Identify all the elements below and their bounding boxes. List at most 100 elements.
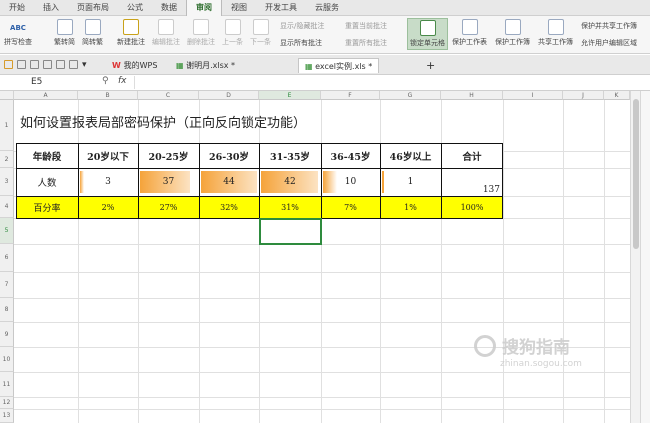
- row-header-12[interactable]: 12: [0, 397, 14, 409]
- row-header-2[interactable]: 2: [0, 151, 14, 168]
- delete-comment-button[interactable]: 删除批注: [187, 19, 215, 47]
- preview-icon[interactable]: [43, 60, 52, 69]
- count-under-20[interactable]: 3: [78, 168, 138, 196]
- new-tab-button[interactable]: +: [420, 58, 441, 73]
- header-26-30[interactable]: 26-30岁: [199, 143, 259, 168]
- count-36-45[interactable]: 10: [321, 168, 380, 196]
- allow-edit-ranges-button[interactable]: 允许用户编辑区域: [581, 38, 637, 48]
- label-count[interactable]: 人数: [16, 168, 78, 196]
- column-header-j[interactable]: J: [563, 91, 604, 100]
- show-hide-comment-button[interactable]: 显示/隐藏批注: [280, 21, 324, 31]
- protect-and-share-button[interactable]: 保护并共享工作簿: [581, 21, 637, 31]
- redo-icon[interactable]: [69, 60, 78, 69]
- share-workbook-button[interactable]: 共享工作簿: [538, 19, 573, 47]
- header-36-45[interactable]: 36-45岁: [321, 143, 380, 168]
- tab-my-wps[interactable]: W 我的WPS: [106, 58, 163, 73]
- row-header-5[interactable]: 5: [0, 218, 14, 244]
- row-header-8[interactable]: 8: [0, 298, 14, 322]
- count-31-35[interactable]: 42: [259, 168, 321, 196]
- selected-cell-e5[interactable]: [259, 218, 322, 245]
- undo-icon[interactable]: [56, 60, 65, 69]
- menu-tab-review[interactable]: 审阅: [186, 0, 222, 16]
- row-header-13[interactable]: 13: [0, 409, 14, 423]
- count-total[interactable]: 137: [441, 168, 503, 196]
- gridline: [503, 100, 504, 423]
- scrollbar-thumb[interactable]: [633, 99, 639, 249]
- header-20-25[interactable]: 20-25岁: [138, 143, 199, 168]
- count-26-30[interactable]: 44: [199, 168, 259, 196]
- header-under-20[interactable]: 20岁以下: [78, 143, 138, 168]
- spellcheck-button[interactable]: ABC 拼写检查: [4, 19, 32, 47]
- menu-tab-page-layout[interactable]: 页面布局: [68, 0, 118, 16]
- zoom-icon[interactable]: ⚲: [102, 76, 109, 86]
- row-header-11[interactable]: 11: [0, 372, 14, 397]
- more-icon[interactable]: ▾: [82, 60, 91, 70]
- fx-icon[interactable]: fx: [118, 76, 127, 86]
- menu-tab-home[interactable]: 开始: [0, 0, 34, 16]
- vertical-scrollbar[interactable]: [630, 91, 640, 423]
- save-icon[interactable]: [17, 60, 26, 69]
- lock-cell-button[interactable]: 锁定单元格: [407, 18, 448, 50]
- row-header-7[interactable]: 7: [0, 272, 14, 298]
- menu-tab-view[interactable]: 视图: [222, 0, 256, 16]
- sheet-title[interactable]: 如何设置报表局部密码保护（正向反向锁定功能）: [20, 112, 306, 131]
- column-header-c[interactable]: C: [138, 91, 199, 100]
- gridline: [563, 100, 564, 423]
- header-31-35[interactable]: 31-35岁: [259, 143, 321, 168]
- row-header-3[interactable]: 3: [0, 168, 14, 196]
- percent-total[interactable]: 100%: [441, 196, 503, 218]
- column-header-i[interactable]: I: [503, 91, 563, 100]
- percent-under-20[interactable]: 2%: [78, 196, 138, 218]
- column-header-f[interactable]: F: [321, 91, 380, 100]
- next-comment-button[interactable]: 下一条: [250, 19, 271, 47]
- prev-comment-button[interactable]: 上一条: [222, 19, 243, 47]
- formula-input[interactable]: [134, 76, 634, 89]
- row-header-9[interactable]: 9: [0, 322, 14, 347]
- spreadsheet-grid[interactable]: A B C D E F G H I J K 1 2 3 4 5 6 7 8 9 …: [0, 91, 630, 423]
- percent-over-46[interactable]: 1%: [380, 196, 441, 218]
- row-header-1[interactable]: 1: [0, 100, 14, 151]
- count-over-46[interactable]: 1: [380, 168, 441, 196]
- menu-tab-data[interactable]: 数据: [152, 0, 186, 16]
- menu-tab-insert[interactable]: 插入: [34, 0, 68, 16]
- menu-tab-cloud[interactable]: 云服务: [306, 0, 348, 16]
- column-header-b[interactable]: B: [78, 91, 138, 100]
- abc-icon: ABC: [10, 24, 26, 32]
- folder-icon[interactable]: [4, 60, 13, 69]
- row-header-6[interactable]: 6: [0, 244, 14, 272]
- column-header-g[interactable]: G: [380, 91, 441, 100]
- percent-31-35[interactable]: 31%: [259, 196, 321, 218]
- header-total[interactable]: 合计: [441, 143, 503, 168]
- menu-tab-formulas[interactable]: 公式: [118, 0, 152, 16]
- select-all-corner[interactable]: [0, 91, 14, 100]
- column-header-e[interactable]: E: [259, 91, 321, 100]
- name-box[interactable]: E5: [28, 76, 94, 89]
- protect-sheet-button[interactable]: 保护工作表: [452, 19, 487, 47]
- reset-all-comments-button[interactable]: 重置所有批注: [345, 38, 387, 48]
- trad-to-simp-button[interactable]: 繁转简: [54, 19, 75, 47]
- column-header-d[interactable]: D: [199, 91, 259, 100]
- label-percent[interactable]: 百分率: [16, 196, 78, 218]
- menu-tab-developer[interactable]: 开发工具: [256, 0, 306, 16]
- new-comment-button[interactable]: 新建批注: [117, 19, 145, 47]
- edit-comment-button[interactable]: 编辑批注: [152, 19, 180, 47]
- row-header-4[interactable]: 4: [0, 196, 14, 218]
- side-panel[interactable]: [640, 91, 650, 423]
- tab-xiemingyue[interactable]: ▦ 谢明月.xlsx *: [170, 58, 241, 73]
- percent-26-30[interactable]: 32%: [199, 196, 259, 218]
- count-20-25[interactable]: 37: [138, 168, 199, 196]
- percent-20-25[interactable]: 27%: [138, 196, 199, 218]
- header-age-group[interactable]: 年龄段: [16, 143, 78, 168]
- row-header-10[interactable]: 10: [0, 347, 14, 372]
- print-icon[interactable]: [30, 60, 39, 69]
- show-all-comments-button[interactable]: 显示所有批注: [280, 38, 322, 48]
- simp-to-trad-button[interactable]: 简转繁: [82, 19, 103, 47]
- tab-excel-example[interactable]: ▦ excel实例.xls *: [298, 58, 380, 73]
- reset-current-comment-button[interactable]: 重置当前批注: [345, 21, 387, 31]
- header-over-46[interactable]: 46岁以上: [380, 143, 441, 168]
- percent-36-45[interactable]: 7%: [321, 196, 380, 218]
- column-header-k[interactable]: K: [604, 91, 630, 100]
- column-header-a[interactable]: A: [14, 91, 78, 100]
- protect-workbook-button[interactable]: 保护工作簿: [495, 19, 530, 47]
- column-header-h[interactable]: H: [441, 91, 503, 100]
